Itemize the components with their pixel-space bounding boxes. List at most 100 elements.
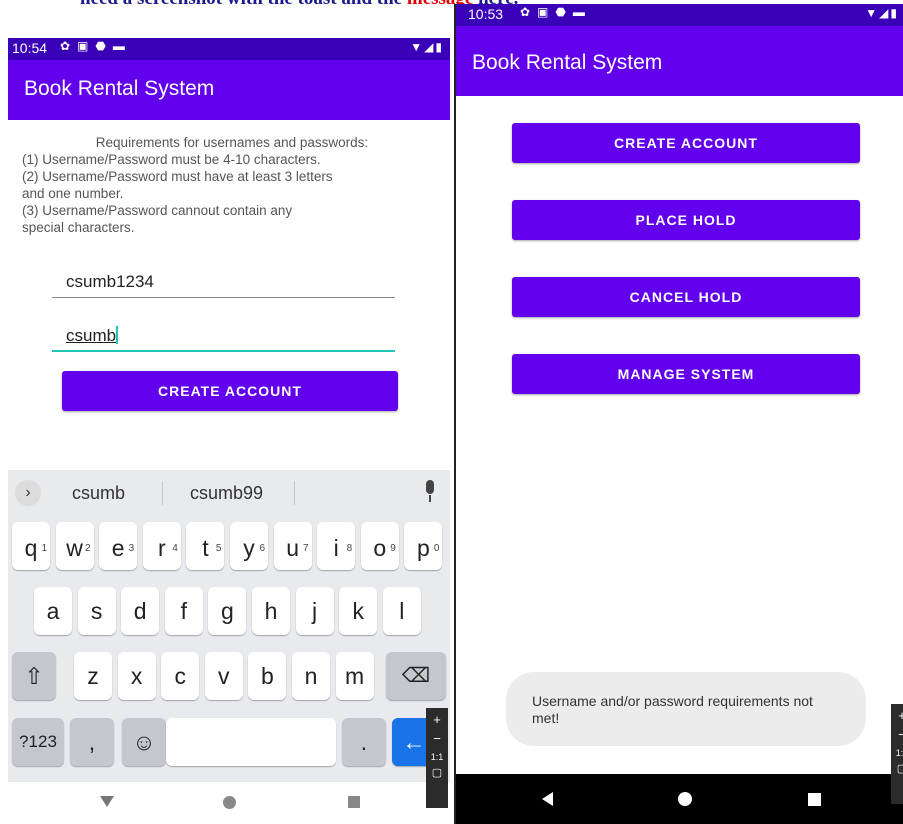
zoom-out-button[interactable]: − [426, 731, 448, 746]
recents-icon[interactable] [348, 796, 360, 808]
microphone-icon[interactable] [424, 480, 436, 506]
symbols-key[interactable]: ?123 [12, 718, 64, 766]
zoom-ratio-label: 1:1 [430, 752, 444, 762]
key-n[interactable]: n [292, 652, 330, 700]
password-value: csumb [66, 326, 117, 345]
suggestion-strip: › csumb csumb99 [8, 470, 450, 516]
app-bar: Book Rental System [456, 26, 903, 96]
shift-icon: ⇧ [24, 663, 44, 689]
username-underline [52, 297, 395, 298]
key-number-hint: 4 [172, 543, 178, 554]
key-h[interactable]: h [252, 587, 290, 635]
period-key[interactable]: . [342, 718, 386, 766]
emoji-key[interactable]: ☺ [122, 718, 166, 766]
home-icon[interactable] [223, 796, 236, 809]
key-k[interactable]: k [339, 587, 378, 635]
key-u[interactable]: 7u [273, 522, 312, 570]
create-account-button[interactable]: CREATE ACCOUNT [62, 371, 398, 411]
key-a[interactable]: a [34, 587, 72, 635]
zoom-in-button[interactable]: + [426, 708, 448, 727]
toast-message: Username and/or password requirements no… [506, 672, 866, 746]
requirement-line: (3) Username/Password cannout contain an… [22, 203, 293, 218]
username-value: csumb1234 [66, 272, 154, 291]
text-cursor [116, 326, 119, 344]
key-x[interactable]: x [117, 652, 156, 700]
emulator-zoom-control: + − 1:1 ▢ [426, 708, 448, 808]
place-hold-button[interactable]: PLACE HOLD [512, 200, 860, 240]
key-m[interactable]: m [335, 652, 374, 700]
key-number-hint: 1 [41, 543, 47, 554]
username-field[interactable]: csumb1234 [52, 264, 395, 298]
home-icon[interactable] [678, 792, 692, 806]
password-field[interactable]: csumb [52, 318, 395, 352]
toast-text: Username and/or password requirements no… [532, 693, 813, 726]
zoom-in-button[interactable]: + [891, 704, 903, 723]
requirement-line: (2) Username/Password must have at least… [22, 169, 333, 184]
create-account-button[interactable]: CREATE ACCOUNT [512, 123, 860, 163]
divider [294, 481, 295, 505]
requirement-line: (1) Username/Password must be 4-10 chara… [22, 152, 321, 167]
left-phone-screen: 10:54 ✿▣⬣▬ ▼◢▮ Book Rental System Requir… [8, 38, 450, 824]
shift-key[interactable]: ⇧ [12, 652, 56, 700]
comma-key[interactable]: , [70, 718, 114, 766]
back-icon[interactable] [542, 792, 553, 806]
key-s[interactable]: s [77, 587, 116, 635]
requirement-line: special characters. [22, 220, 135, 235]
expand-icon[interactable]: ▢ [426, 766, 448, 779]
key-b[interactable]: b [248, 652, 287, 700]
backspace-icon: ⌫ [401, 665, 431, 687]
key-i[interactable]: 8i [317, 522, 356, 570]
key-e[interactable]: 3e [99, 522, 138, 570]
status-bar: 10:54 ✿▣⬣▬ ▼◢▮ [8, 38, 450, 60]
key-number-hint: 3 [128, 543, 135, 554]
zoom-out-button[interactable]: − [891, 727, 903, 742]
key-g[interactable]: g [208, 587, 247, 635]
key-number-hint: 5 [215, 543, 222, 554]
suggestion-item[interactable]: csumb [72, 483, 125, 504]
requirement-line: and one number. [22, 186, 124, 201]
key-l[interactable]: l [382, 587, 421, 635]
key-number-hint: 7 [303, 543, 309, 554]
emulator-zoom-control: + − 1:1 ▢ [891, 704, 903, 804]
key-w[interactable]: 2w [55, 522, 94, 570]
suggestion-item[interactable]: csumb99 [190, 483, 263, 504]
key-d[interactable]: d [121, 587, 160, 635]
right-phone-screen: 10:53 ✿▣⬣▬ ▼◢▮ Book Rental System CREATE… [454, 4, 903, 824]
backspace-key[interactable]: ⌫ [386, 652, 446, 700]
password-underline [52, 350, 395, 352]
chevron-right-icon[interactable]: › [15, 480, 41, 506]
recents-icon[interactable] [808, 793, 821, 806]
key-r[interactable]: 4r [142, 522, 181, 570]
key-q[interactable]: 1q [12, 522, 50, 570]
back-icon[interactable] [100, 796, 114, 807]
key-number-hint: 8 [346, 543, 353, 554]
emoji-icon: ☺ [132, 729, 156, 755]
key-j[interactable]: j [295, 587, 334, 635]
status-bar: 10:53 ✿▣⬣▬ ▼◢▮ [456, 4, 903, 26]
requirements-text: Requirements for usernames and passwords… [22, 134, 422, 236]
manage-system-button[interactable]: MANAGE SYSTEM [512, 354, 860, 394]
status-time: 10:53 [468, 6, 504, 22]
app-title: Book Rental System [24, 77, 215, 100]
app-title: Book Rental System [472, 51, 663, 74]
notification-icons: ✿▣⬣▬ [520, 5, 592, 19]
key-p[interactable]: 0p [404, 522, 443, 570]
key-c[interactable]: c [161, 652, 200, 700]
key-o[interactable]: 9o [360, 522, 399, 570]
space-key[interactable] [166, 718, 336, 766]
key-y[interactable]: 6y [230, 522, 268, 570]
cancel-hold-button[interactable]: CANCEL HOLD [512, 277, 860, 317]
navigation-bar [8, 782, 450, 822]
navigation-bar [456, 774, 903, 824]
enter-arrow-icon: ← [402, 729, 426, 755]
key-number-hint: 9 [390, 543, 396, 554]
key-t[interactable]: 5t [186, 522, 225, 570]
expand-icon[interactable]: ▢ [891, 762, 903, 775]
signal-battery-icons: ▼◢▮ [410, 40, 444, 54]
key-v[interactable]: v [204, 652, 243, 700]
key-f[interactable]: f [164, 587, 203, 635]
key-z[interactable]: z [74, 652, 112, 700]
notification-icons: ✿▣⬣▬ [60, 39, 132, 53]
requirements-heading: Requirements for usernames and passwords… [95, 135, 369, 150]
key-number-hint: 2 [85, 543, 91, 554]
